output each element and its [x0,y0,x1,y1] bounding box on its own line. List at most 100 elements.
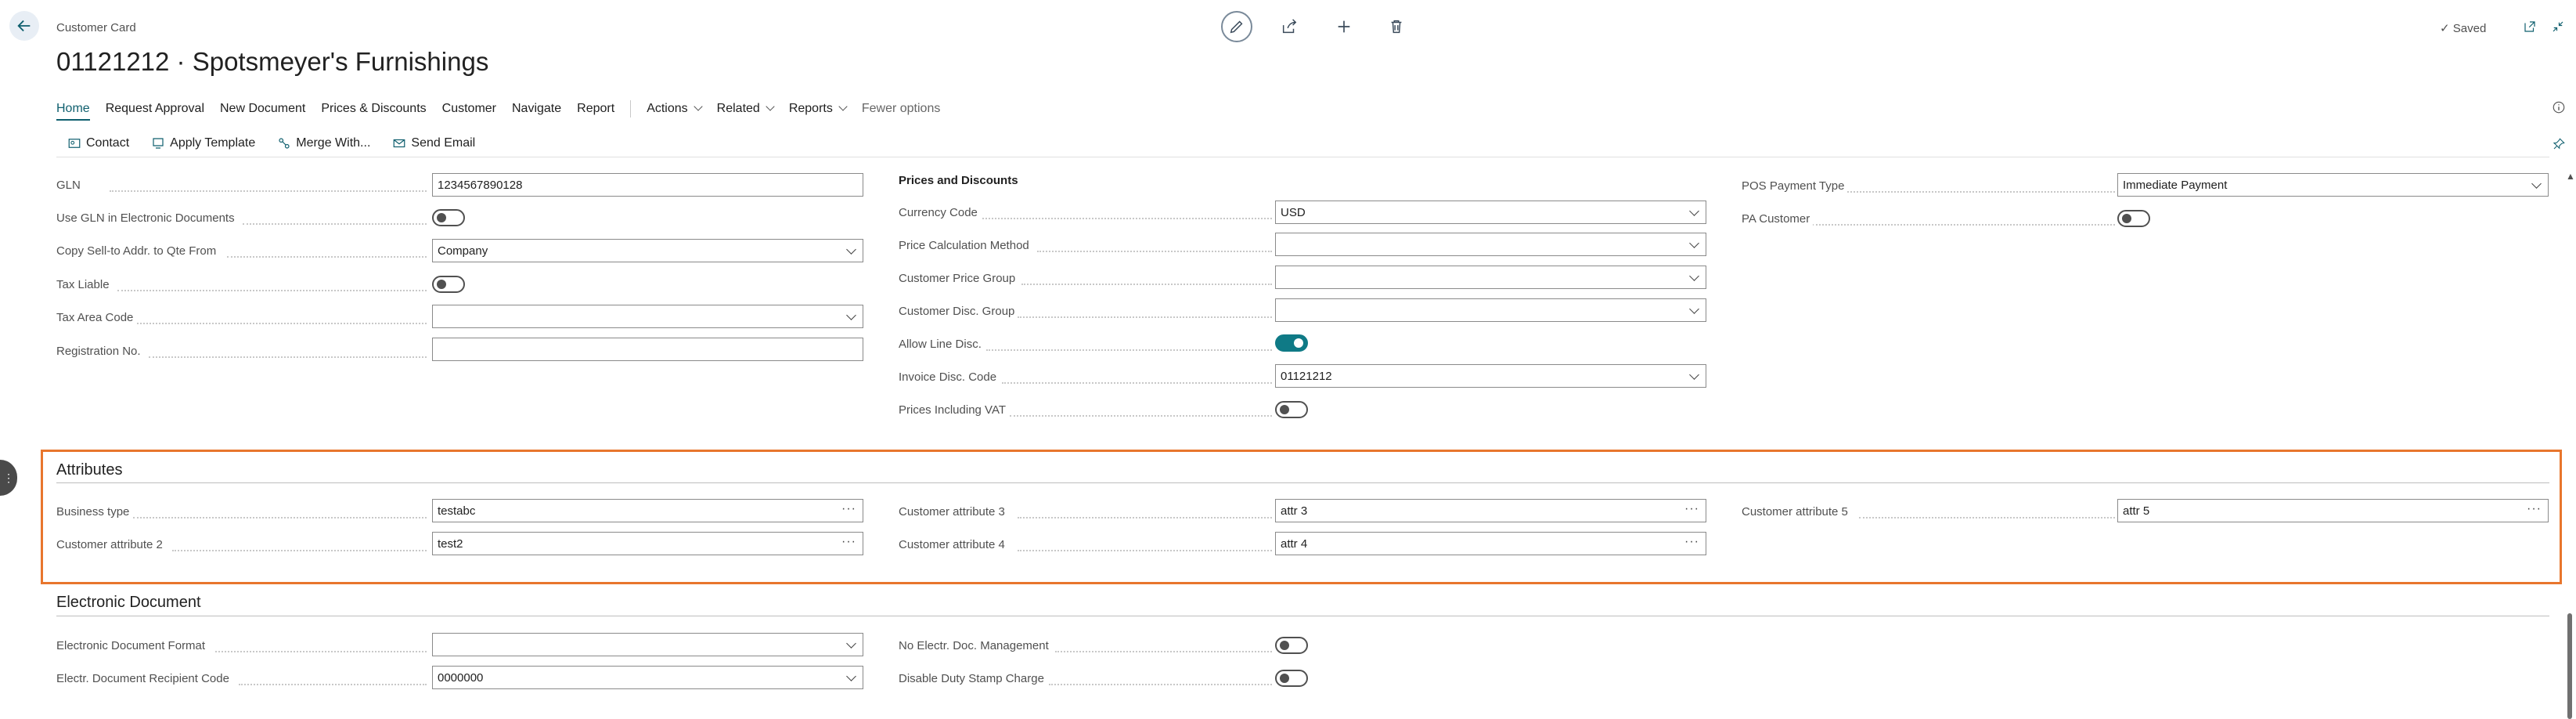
price-calc-method-select[interactable] [1275,233,1706,256]
chevron-down-icon [846,638,856,649]
checkmark-icon: ✓ [2440,22,2450,35]
ellipsis-icon[interactable]: ··· [841,535,856,549]
dotted-leader [982,218,1272,219]
dotted-leader [243,223,427,225]
chevron-down-icon [1689,304,1699,314]
more-vertical-icon: ⋮ [3,471,14,484]
attributes-divider [56,482,2549,483]
allow-line-disc-toggle[interactable] [1275,334,1308,352]
disable-duty-stamp-toggle[interactable] [1275,670,1308,687]
info-icon [2553,101,2565,114]
collapse-button[interactable] [2549,17,2567,36]
dotted-leader [172,550,427,551]
dotted-leader [1859,517,2115,518]
electronic-document-heading[interactable]: Electronic Document [56,594,201,612]
registration-no-field[interactable] [432,338,863,361]
dotted-leader [986,349,1272,351]
customer-attribute-2-field[interactable]: test2 ··· [432,532,863,555]
delete-button[interactable] [1381,11,1412,42]
ellipsis-icon[interactable]: ··· [1684,535,1699,549]
menu-prices-discounts[interactable]: Prices & Discounts [321,102,426,116]
open-in-new-icon [2524,21,2535,32]
chevron-down-icon [1689,238,1699,248]
tax-liable-toggle[interactable] [432,276,465,293]
business-type-field[interactable]: testabc ··· [432,499,863,522]
info-button[interactable] [2550,99,2567,116]
tab-home[interactable]: Home [56,102,90,121]
merge-with-button[interactable]: Merge With... [277,136,370,150]
chevron-down-icon [846,310,856,320]
ellipsis-icon[interactable]: ··· [1684,502,1699,516]
dotted-leader [1055,651,1272,652]
menu-customer[interactable]: Customer [442,102,496,116]
action-menu: Home Request Approval New Document Price… [56,100,956,121]
edoc-recipient-select[interactable]: 0000000 [432,666,863,689]
tax-area-select[interactable] [432,305,863,328]
gln-field[interactable]: 1234567890128 [432,173,863,197]
scroll-up-arrow[interactable]: ▲ [2566,171,2575,182]
dotted-leader [1847,191,2115,193]
menu-divider [630,100,632,117]
breadcrumb: Customer Card [56,21,136,34]
customer-price-group-select[interactable] [1275,266,1706,289]
send-email-button[interactable]: Send Email [392,136,475,150]
ellipsis-icon[interactable]: ··· [2527,502,2542,516]
menu-actions[interactable]: Actions [647,102,701,116]
no-edoc-mgmt-toggle[interactable] [1275,637,1308,654]
dotted-leader [149,356,427,358]
back-button[interactable] [9,11,39,41]
edit-button[interactable] [1221,11,1252,42]
pin-icon [2553,138,2565,150]
merge-icon [279,138,290,149]
factbox-toggle-button[interactable]: ⋮ [0,460,17,496]
template-icon [153,138,164,149]
chevron-down-icon [846,671,856,681]
attributes-heading[interactable]: Attributes [56,461,122,479]
customer-attribute-5-field[interactable]: attr 5 ··· [2117,499,2549,522]
ellipsis-icon[interactable]: ··· [841,502,856,516]
prices-incl-vat-toggle[interactable] [1275,401,1308,418]
copy-sell-to-select[interactable]: Company [432,239,863,262]
edoc-format-select[interactable] [432,633,863,656]
apply-template-button[interactable]: Apply Template [151,136,255,150]
chevron-down-icon [1689,271,1699,281]
contact-icon [68,139,81,148]
dotted-leader [1018,316,1272,318]
dotted-leader [1812,224,2115,226]
dotted-leader [227,256,427,258]
scrollbar-thumb[interactable] [2567,613,2572,719]
share-button[interactable] [1274,11,1305,42]
menu-navigate[interactable]: Navigate [512,102,561,116]
customer-attribute-3-field[interactable]: attr 3 ··· [1275,499,1706,522]
dotted-leader [1018,550,1272,551]
saved-status: ✓ Saved [2440,22,2487,35]
chevron-down-icon [846,244,856,255]
new-button[interactable] [1328,11,1360,42]
menu-request-approval[interactable]: Request Approval [106,102,204,116]
fewer-options-link[interactable]: Fewer options [862,102,941,116]
invoice-disc-code-select[interactable]: 01121212 [1275,364,1706,388]
use-gln-toggle[interactable] [432,209,465,226]
customer-attribute-4-field[interactable]: attr 4 ··· [1275,532,1706,555]
dotted-leader [137,323,427,324]
menu-new-document[interactable]: New Document [220,102,305,116]
personalize-button[interactable] [2550,135,2567,153]
email-icon [394,139,405,148]
customer-disc-group-select[interactable] [1275,298,1706,322]
chevron-down-icon [2531,179,2542,189]
dotted-leader [1049,684,1272,685]
menu-report[interactable]: Report [577,102,614,116]
menu-reports[interactable]: Reports [789,102,846,116]
dotted-leader [110,190,427,192]
open-new-window-button[interactable] [2520,17,2539,36]
pa-customer-toggle[interactable] [2117,210,2150,227]
menu-related[interactable]: Related [717,102,773,116]
action-bar: Contact Apply Template Merge With... Sen… [67,136,497,150]
currency-code-select[interactable]: USD [1275,201,1706,224]
dotted-leader [239,684,427,685]
arrow-left-icon [17,20,31,32]
dotted-leader [1037,251,1272,252]
dotted-leader [215,651,427,652]
contact-button[interactable]: Contact [67,136,129,150]
pos-payment-type-select[interactable]: Immediate Payment [2117,173,2549,197]
